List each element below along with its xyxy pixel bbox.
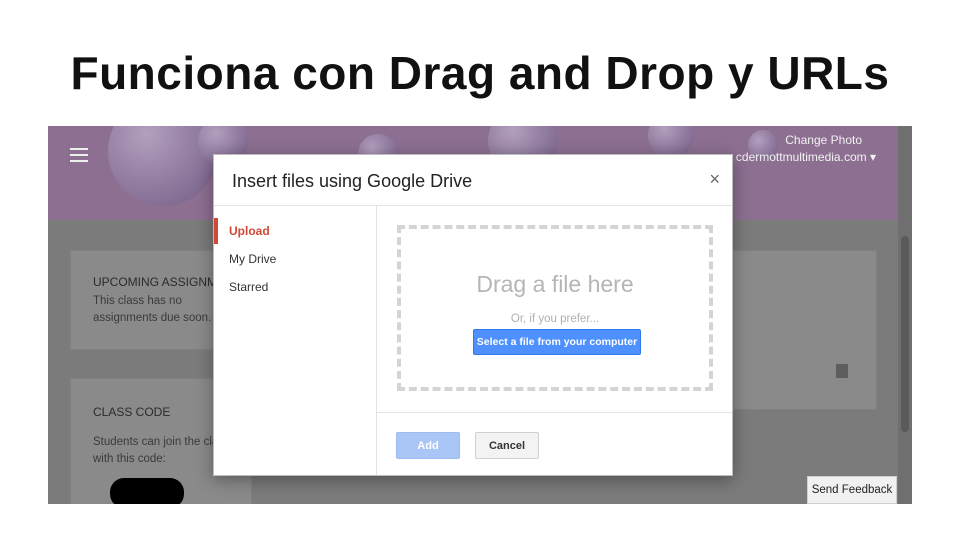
dropdown-arrow-icon: ▾ (869, 150, 876, 164)
select-file-button[interactable]: Select a file from your computer (473, 329, 641, 355)
upcoming-heading: UPCOMING ASSIGNME (93, 275, 226, 289)
nav-starred[interactable]: Starred (214, 274, 374, 300)
page-scrollbar[interactable] (898, 126, 912, 504)
or-text: Or, if you prefer... (510, 313, 600, 325)
account-selector[interactable]: cdermottmultimedia.com ▾ (736, 150, 876, 164)
account-label: cdermottmultimedia.com (735, 150, 867, 164)
nav-upload[interactable]: Upload (214, 218, 374, 244)
upcoming-text-1: This class has no (93, 295, 182, 307)
screenshot: Change Photo cdermottmultimedia.com ▾ UP… (48, 126, 912, 504)
add-button[interactable]: Add (396, 432, 460, 459)
drop-zone[interactable]: Drag a file here Or, if you prefer... Se… (397, 225, 713, 391)
insert-files-dialog: Insert files using Google Drive × Upload… (213, 154, 733, 476)
drag-file-text: Drag a file here (476, 271, 634, 297)
upcoming-text-2: assignments due soon. (93, 312, 212, 324)
redacted-class-code (110, 478, 184, 504)
hamburger-menu-icon[interactable] (70, 148, 88, 166)
class-code-text-1: Students can join the clas (93, 436, 225, 448)
class-code-text-2: with this code: (93, 453, 166, 465)
nav-my-drive[interactable]: My Drive (214, 246, 374, 272)
trash-icon[interactable] (836, 364, 848, 378)
dialog-nav: Upload My Drive Starred (214, 206, 377, 475)
dialog-title: Insert files using Google Drive (232, 171, 473, 191)
send-feedback-button[interactable]: Send Feedback (807, 476, 897, 504)
scrollbar-thumb[interactable] (901, 236, 909, 432)
cancel-button[interactable]: Cancel (475, 432, 539, 459)
slide-title: Funciona con Drag and Drop y URLs (70, 47, 890, 99)
class-code-heading: CLASS CODE (93, 405, 171, 419)
close-icon[interactable]: × (709, 169, 720, 190)
change-photo-link[interactable]: Change Photo (785, 133, 862, 147)
divider (377, 412, 732, 413)
